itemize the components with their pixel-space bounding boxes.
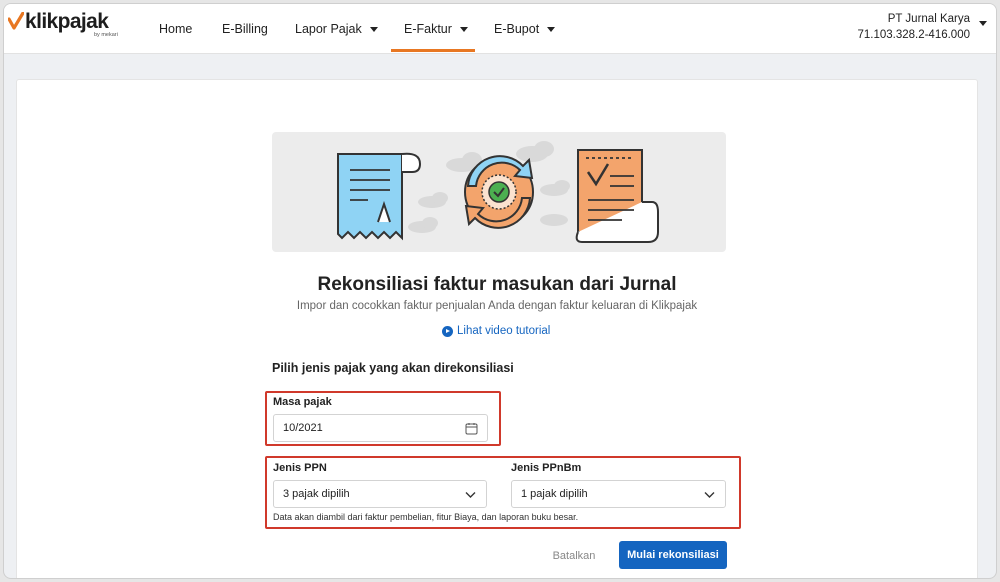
page-subtitle: Impor dan cocokkan faktur penjualan Anda… bbox=[296, 300, 698, 312]
nav-item-label: E-Bupot bbox=[494, 22, 540, 36]
nav-item-label: Lapor Pajak bbox=[295, 22, 362, 36]
top-navbar: klikpajak by mekari Home E-Billing Lapor… bbox=[4, 4, 996, 54]
jenis-ppnbm-label: Jenis PPnBm bbox=[511, 462, 582, 474]
start-reconciliation-button[interactable]: Mulai rekonsiliasi bbox=[619, 541, 727, 569]
nav-item-e-bupot[interactable]: E-Bupot bbox=[494, 4, 556, 54]
video-tutorial-label: Lihat video tutorial bbox=[457, 325, 551, 337]
logo-text: klikpajak bbox=[25, 10, 109, 33]
company-name: PT Jurnal Karya bbox=[887, 13, 970, 25]
active-nav-indicator bbox=[391, 49, 475, 52]
chevron-down-icon bbox=[704, 492, 715, 498]
caret-down-icon bbox=[547, 26, 556, 32]
page-title: Rekonsiliasi faktur masukan dari Jurnal bbox=[317, 274, 677, 295]
masa-pajak-input[interactable]: 10/2021 bbox=[273, 414, 488, 442]
nav-item-label: Home bbox=[159, 22, 193, 36]
jenis-ppn-label: Jenis PPN bbox=[273, 462, 327, 474]
nav-item-home[interactable]: Home bbox=[159, 4, 192, 54]
masa-pajak-value: 10/2021 bbox=[283, 422, 323, 434]
nav-item-label: E-Faktur bbox=[404, 22, 452, 36]
jenis-ppnbm-select[interactable]: 1 pajak dipilih bbox=[511, 480, 726, 508]
calendar-icon[interactable] bbox=[465, 422, 478, 435]
caret-down-icon bbox=[369, 26, 378, 32]
nav-item-e-faktur[interactable]: E-Faktur bbox=[404, 4, 468, 54]
klikpajak-logo[interactable]: klikpajak by mekari bbox=[8, 10, 128, 44]
reconciliation-illustration-icon bbox=[337, 141, 659, 243]
masa-pajak-label: Masa pajak bbox=[273, 396, 332, 408]
company-switcher[interactable]: PT Jurnal Karya 71.103.328.2-416.000 bbox=[857, 11, 970, 43]
section-heading: Pilih jenis pajak yang akan direkonsilia… bbox=[272, 361, 514, 375]
company-npwp: 71.103.328.2-416.000 bbox=[857, 29, 970, 41]
jenis-ppnbm-value: 1 pajak dipilih bbox=[521, 488, 588, 500]
helper-text: Data akan diambil dari faktur pembelian,… bbox=[273, 512, 579, 522]
jenis-ppn-select[interactable]: 3 pajak dipilih bbox=[273, 480, 487, 508]
nav-item-e-billing[interactable]: E-Billing bbox=[222, 4, 268, 54]
reconciliation-illustration bbox=[272, 132, 726, 252]
chevron-down-icon bbox=[465, 492, 476, 498]
content-card: Rekonsiliasi faktur masukan dari Jurnal … bbox=[16, 79, 978, 578]
caret-down-icon bbox=[459, 26, 468, 32]
company-caret-down-icon[interactable] bbox=[979, 21, 987, 26]
nav-item-lapor-pajak[interactable]: Lapor Pajak bbox=[295, 4, 378, 54]
logo-subtext: by mekari bbox=[94, 32, 118, 38]
nav-item-label: E-Billing bbox=[222, 22, 268, 36]
play-icon bbox=[442, 325, 453, 337]
logo-check-icon bbox=[8, 12, 24, 30]
app-window: klikpajak by mekari Home E-Billing Lapor… bbox=[3, 3, 997, 579]
jenis-ppn-value: 3 pajak dipilih bbox=[283, 488, 350, 500]
cancel-button[interactable]: Batalkan bbox=[544, 543, 604, 569]
video-tutorial-link[interactable]: Lihat video tutorial bbox=[442, 325, 550, 337]
